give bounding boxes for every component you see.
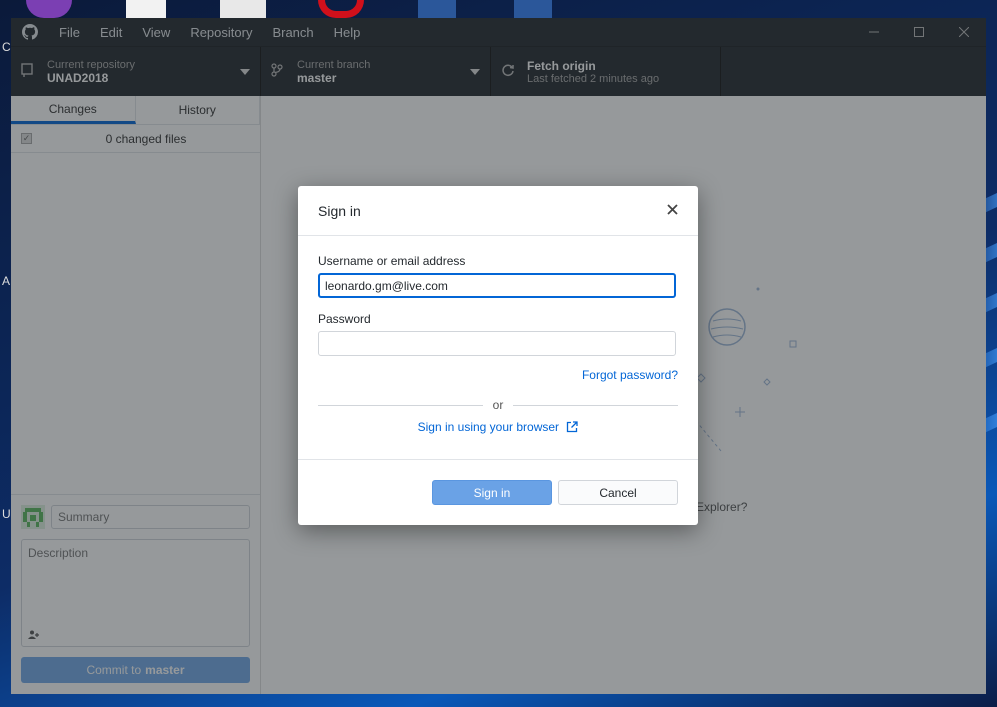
desktop-opera-icon[interactable] — [318, 0, 364, 18]
desktop-edge-text: U — [2, 507, 11, 521]
external-link-icon — [567, 421, 579, 433]
sign-in-button[interactable]: Sign in — [432, 480, 552, 505]
desktop-document-icon[interactable] — [220, 0, 266, 18]
sign-in-browser-label: Sign in using your browser — [417, 420, 560, 434]
password-input[interactable] — [318, 331, 676, 356]
desktop-app-icon[interactable] — [26, 0, 72, 18]
desktop-document-icon[interactable] — [126, 0, 166, 18]
desktop-edge-text: C — [2, 40, 11, 54]
or-divider: or — [318, 398, 679, 412]
desktop-word-icon[interactable] — [514, 0, 552, 18]
username-input[interactable] — [318, 273, 676, 298]
forgot-password-link[interactable]: Forgot password? — [582, 368, 678, 382]
close-icon — [667, 203, 678, 215]
cancel-button[interactable]: Cancel — [558, 480, 678, 505]
close-dialog-button[interactable] — [667, 202, 678, 220]
sign-in-dialog: Sign in Username or email address Passwo… — [298, 186, 698, 525]
desktop-word-icon[interactable] — [418, 0, 456, 18]
dialog-title: Sign in — [318, 202, 361, 219]
username-label: Username or email address — [318, 254, 466, 268]
or-text: or — [492, 398, 504, 412]
desktop-edge-text: A — [2, 274, 11, 288]
sign-in-browser-link[interactable]: Sign in using your browser — [318, 420, 678, 434]
password-label: Password — [318, 312, 371, 326]
